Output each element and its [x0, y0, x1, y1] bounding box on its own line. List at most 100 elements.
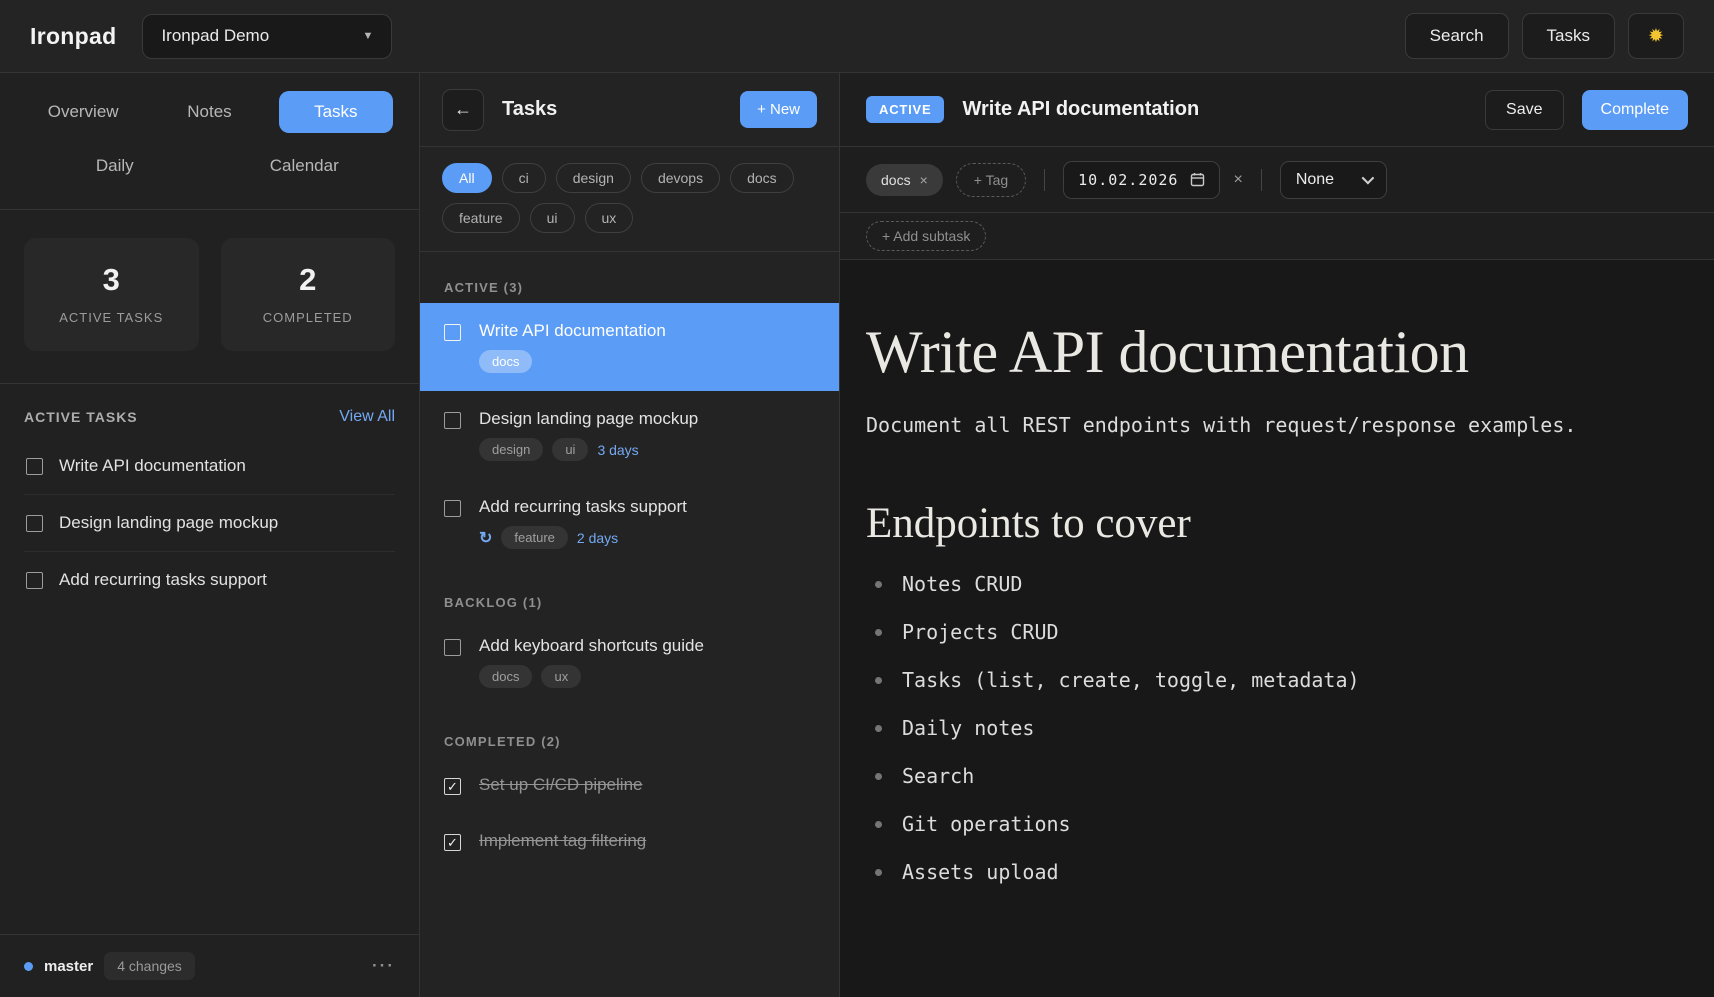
- sidebar-nav-daily[interactable]: Daily: [58, 145, 172, 187]
- filter-all[interactable]: All: [442, 163, 492, 193]
- task-body: Add keyboard shortcuts guidedocsux: [479, 636, 704, 688]
- due-date-input[interactable]: 10.02.2026: [1063, 161, 1220, 199]
- main-layout: OverviewNotesTasksDailyCalendar 3 ACTIVE…: [0, 73, 1714, 997]
- theme-toggle-button[interactable]: ✹: [1628, 13, 1684, 59]
- clear-date-icon[interactable]: ×: [1233, 171, 1242, 189]
- document-preview: Write API documentation Document all RES…: [840, 260, 1714, 997]
- task-body: Set up CI/CD pipeline: [479, 775, 642, 795]
- task-title: Write API documentation: [479, 321, 666, 341]
- topbar-actions: Search Tasks ✹: [1405, 13, 1684, 59]
- task-checkbox[interactable]: [26, 572, 43, 589]
- recurring-icon: ↻: [479, 528, 492, 548]
- task-row[interactable]: Design landing page mockupdesignui3 days: [420, 391, 839, 479]
- filter-docs[interactable]: docs: [730, 163, 794, 193]
- detail-title: Write API documentation: [962, 98, 1199, 121]
- tasks-panel-header: ← Tasks + New: [420, 73, 839, 147]
- task-row[interactable]: ✓ Set up CI/CD pipeline: [420, 757, 839, 813]
- stat-label: ACTIVE TASKS: [32, 310, 191, 325]
- task-meta: designui3 days: [479, 438, 698, 461]
- filter-ci[interactable]: ci: [502, 163, 546, 193]
- task-checkbox[interactable]: ✓: [444, 778, 461, 795]
- task-meta: docs: [479, 350, 666, 373]
- filter-feature[interactable]: feature: [442, 203, 520, 233]
- sidebar-nav-notes[interactable]: Notes: [153, 91, 267, 133]
- sun-icon: ✹: [1648, 25, 1664, 48]
- task-title: Set up CI/CD pipeline: [479, 775, 642, 795]
- sidebar-nav: Overview Notes Tasks Daily Calendar: [0, 73, 419, 210]
- task-checkbox[interactable]: [26, 458, 43, 475]
- tag-pill-docs: docs: [479, 350, 532, 373]
- due-label: 2 days: [577, 530, 618, 546]
- tag-pill-ui: ui: [552, 438, 588, 461]
- tasks-button[interactable]: Tasks: [1522, 13, 1615, 59]
- new-task-button[interactable]: + New: [740, 91, 817, 128]
- sidebar: OverviewNotesTasksDailyCalendar 3 ACTIVE…: [0, 73, 420, 997]
- sidebar-task-row[interactable]: Design landing page mockup: [24, 495, 395, 552]
- filter-ux[interactable]: ux: [585, 203, 634, 233]
- sidebar-nav-calendar[interactable]: Calendar: [247, 145, 361, 187]
- section-label: ACTIVE (3): [444, 280, 815, 295]
- filter-design[interactable]: design: [556, 163, 631, 193]
- back-arrow-icon: ←: [454, 99, 472, 120]
- sidebar-task-row[interactable]: Add recurring tasks support: [24, 552, 395, 608]
- task-checkbox[interactable]: [444, 324, 461, 341]
- tasks-panel: ← Tasks + New Allci design devops docs featu…: [420, 73, 840, 997]
- search-button[interactable]: Search: [1405, 13, 1509, 59]
- task-body: Design landing page mockupdesignui3 days: [479, 409, 698, 461]
- task-checkbox[interactable]: [444, 412, 461, 429]
- priority-select-value: None: [1296, 171, 1334, 189]
- tag-pill-ux: ux: [541, 665, 581, 688]
- filter-ui[interactable]: ui: [530, 203, 575, 233]
- task-meta: docsux: [479, 665, 704, 688]
- tag-pill-docs: docs: [479, 665, 532, 688]
- project-select-value: Ironpad Demo: [161, 26, 269, 46]
- task-checkbox[interactable]: [444, 500, 461, 517]
- stat-value: 2: [229, 262, 388, 298]
- remove-tag-icon[interactable]: ×: [920, 172, 928, 188]
- subtask-row: + Add subtask: [840, 213, 1714, 260]
- tag-pill-design: design: [479, 438, 543, 461]
- task-checkbox[interactable]: [444, 639, 461, 656]
- section-label: BACKLOG (1): [444, 595, 815, 610]
- back-button[interactable]: ←: [442, 89, 484, 131]
- task-body: Write API documentation docs: [479, 321, 666, 373]
- tag-chip-docs[interactable]: docs ×: [866, 164, 943, 196]
- sidebar-nav-overview[interactable]: Overview: [26, 91, 140, 133]
- complete-button[interactable]: Complete: [1582, 90, 1688, 130]
- task-row[interactable]: ✓Implement tag filtering: [420, 813, 839, 869]
- overflow-menu-icon[interactable]: ···: [372, 956, 395, 976]
- task-row[interactable]: Write API documentation docs: [420, 303, 839, 391]
- sidebar-footer: master 4 changes ···: [0, 934, 419, 997]
- view-all-link[interactable]: View All: [339, 408, 395, 426]
- doc-bullet-list: Notes CRUDProjects CRUDTasks (list, crea…: [866, 574, 1654, 883]
- filter-pills: Allci design devops docs feature uiux: [420, 147, 839, 252]
- branch-name: master: [44, 958, 93, 975]
- divider: [1261, 169, 1262, 191]
- dropdown-caret-icon: ▼: [363, 30, 374, 42]
- section-label: COMPLETED (2): [444, 734, 815, 749]
- tag-chip-label: docs: [881, 172, 911, 188]
- sidebar-task-label: Design landing page mockup: [59, 513, 278, 533]
- status-badge: ACTIVE: [866, 96, 944, 123]
- chevron-down-icon: [1362, 172, 1375, 185]
- task-checkbox[interactable]: [26, 515, 43, 532]
- branch-dot-icon: [24, 962, 33, 971]
- task-title: Design landing page mockup: [479, 409, 698, 429]
- save-button[interactable]: Save: [1485, 90, 1563, 130]
- calendar-icon[interactable]: [1190, 172, 1205, 187]
- detail-header: ACTIVE Write API documentation Save Comp…: [840, 73, 1714, 147]
- task-row[interactable]: Add recurring tasks support↻feature2 day…: [420, 479, 839, 567]
- sidebar-task-row[interactable]: Write API documentation: [24, 438, 395, 495]
- task-checkbox[interactable]: ✓: [444, 834, 461, 851]
- task-row[interactable]: Add keyboard shortcuts guidedocsux: [420, 618, 839, 706]
- filter-devops[interactable]: devops: [641, 163, 720, 193]
- task-detail-panel: ACTIVE Write API documentation Save Comp…: [840, 73, 1714, 997]
- doc-bullet-item: Projects CRUD: [866, 622, 1654, 643]
- sidebar-active-tasks: ACTIVE TASKS View All Write API document…: [0, 384, 419, 608]
- add-subtask-button[interactable]: + Add subtask: [866, 221, 986, 251]
- divider: [1044, 169, 1045, 191]
- add-tag-button[interactable]: + Tag: [956, 163, 1026, 197]
- sidebar-nav-tasks[interactable]: Tasks: [279, 91, 393, 133]
- project-select[interactable]: Ironpad Demo ▼: [142, 14, 392, 59]
- priority-select[interactable]: None: [1280, 161, 1387, 199]
